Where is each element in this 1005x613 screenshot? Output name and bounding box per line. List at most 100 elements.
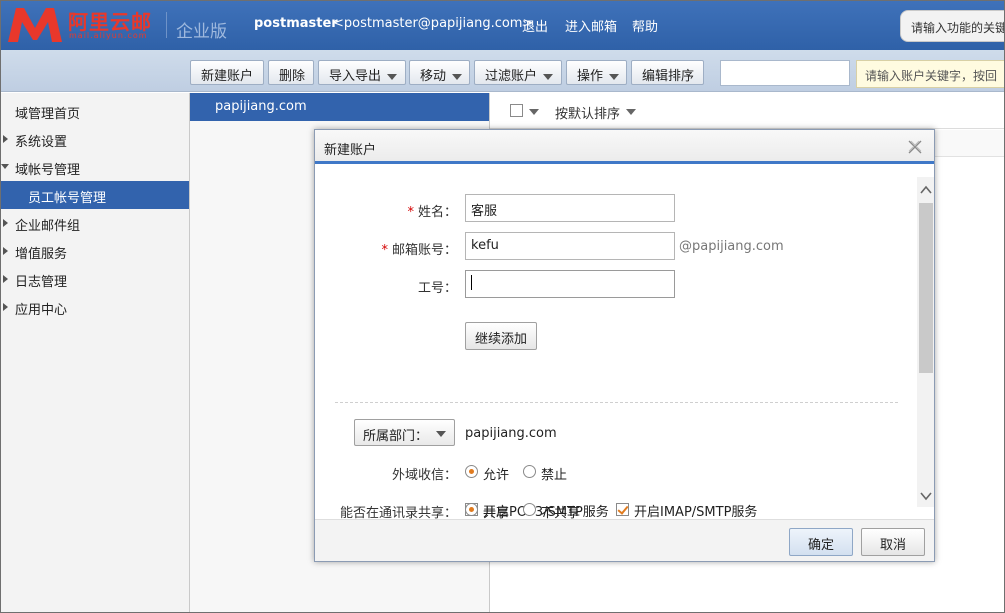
sidebar-item-label: 增值服务 — [15, 247, 68, 262]
logo-separator — [166, 12, 167, 38]
chevron-down-icon — [387, 73, 398, 80]
sidebar-item-label: 日志管理 — [15, 275, 68, 290]
cancel-button[interactable]: 取消 — [861, 528, 925, 556]
required-marker: * — [381, 243, 388, 258]
sidebar-item-employee-accounts[interactable]: 员工帐号管理 — [0, 181, 189, 209]
chevron-down-icon[interactable] — [626, 109, 636, 115]
dialog-titlebar: 新建账户 — [315, 130, 934, 164]
sidebar-item-label: 域帐号管理 — [15, 163, 81, 178]
account-search-input[interactable] — [720, 60, 850, 86]
edit-sort-label: 编辑排序 — [642, 69, 695, 84]
filter-accounts-button[interactable]: 过滤账户 — [474, 60, 562, 85]
sidebar-item-label: 域管理首页 — [15, 107, 81, 122]
sidebar-item-domain-home[interactable]: 域管理首页 — [0, 97, 189, 125]
name-label: * 姓名： — [375, 201, 457, 220]
sort-dropdown[interactable]: 按默认排序 — [555, 103, 620, 122]
chevron-right-icon — [3, 135, 8, 143]
email-label-text: 邮箱账号： — [391, 243, 457, 258]
external-allow-label[interactable]: 允许 — [483, 464, 509, 483]
chevron-down-icon[interactable] — [919, 489, 933, 503]
chevron-right-icon — [3, 303, 8, 311]
aliyun-mail-logo[interactable]: 阿里云邮 mail.aliyun.com — [6, 4, 156, 44]
sidebar-item-domain-accounts[interactable]: 域帐号管理 — [0, 153, 189, 181]
move-label: 移动 — [420, 69, 447, 84]
chevron-down-icon — [1, 164, 9, 169]
text-cursor — [471, 275, 472, 290]
sidebar-item-logs[interactable]: 日志管理 — [0, 265, 189, 293]
move-button[interactable]: 移动 — [409, 60, 470, 85]
department-value: papijiang.com — [465, 426, 557, 441]
chevron-right-icon — [3, 219, 8, 227]
chevron-down-icon — [436, 431, 446, 437]
sidebar-item-system-settings[interactable]: 系统设置 — [0, 125, 189, 153]
filter-accounts-label: 过滤账户 — [485, 69, 538, 84]
chevron-down-icon — [543, 73, 554, 80]
external-mail-label: 外域收信： — [391, 468, 457, 483]
sidebar-item-app-center[interactable]: 应用中心 — [0, 293, 189, 321]
share-yes-radio[interactable] — [465, 503, 478, 516]
import-export-label: 导入导出 — [329, 69, 382, 84]
logo-m-icon — [8, 8, 62, 42]
sidebar-item-mail-groups[interactable]: 企业邮件组 — [0, 209, 189, 237]
chevron-down-icon — [452, 73, 463, 80]
imap-smtp-checkbox[interactable] — [616, 503, 629, 516]
external-deny-label[interactable]: 禁止 — [541, 464, 567, 483]
confirm-button[interactable]: 确定 — [789, 528, 853, 556]
name-field[interactable]: 客服 — [465, 194, 675, 222]
chevron-right-icon — [3, 275, 8, 283]
import-export-button[interactable]: 导入导出 — [318, 60, 406, 85]
user-name: postmaster — [254, 16, 338, 31]
scrollbar-thumb[interactable] — [919, 203, 933, 373]
enter-mailbox-link[interactable]: 进入邮箱 — [565, 16, 617, 35]
account-list-header: 按默认排序 — [490, 93, 1005, 129]
account-search-hint: 请输入账户关键字，按回 — [856, 60, 1005, 88]
share-no-radio[interactable] — [523, 503, 536, 516]
logout-link[interactable]: 退出 — [522, 16, 548, 35]
delete-button[interactable]: 删除 — [268, 60, 314, 85]
sidebar-item-label: 企业邮件组 — [15, 219, 81, 234]
external-deny-radio[interactable] — [523, 465, 536, 478]
feature-search-input[interactable]: 请输入功能的关键字 — [900, 10, 1005, 42]
chevron-right-icon — [3, 247, 8, 255]
operations-label: 操作 — [577, 69, 604, 84]
imap-smtp-label[interactable]: 开启IMAP/SMTP服务 — [634, 501, 757, 519]
help-link[interactable]: 帮助 — [632, 16, 658, 35]
section-divider — [335, 402, 898, 403]
edition-label: 企业版 — [176, 22, 227, 42]
operations-button[interactable]: 操作 — [566, 60, 627, 85]
toolbar: 新建账户 删除 导入导出 移动 过滤账户 操作 编辑排序 — [0, 50, 1005, 92]
employee-number-label: 工号： — [417, 281, 457, 296]
sidebar-item-value-added[interactable]: 增值服务 — [0, 237, 189, 265]
sidebar: 域管理首页 系统设置 域帐号管理 员工帐号管理 企业邮件组 增值服务 日志管理 … — [0, 93, 190, 613]
required-marker: * — [407, 205, 414, 220]
dialog-footer: 确定 取消 — [315, 519, 934, 561]
sidebar-item-label: 应用中心 — [15, 303, 68, 318]
new-account-button[interactable]: 新建账户 — [190, 60, 264, 85]
chevron-up-icon[interactable] — [919, 183, 933, 197]
new-account-dialog: 新建账户 * 姓名： 客服 * 邮箱账号： kefu @papijiang.com … — [314, 129, 935, 562]
dialog-body: * 姓名： 客服 * 邮箱账号： kefu @papijiang.com 工号： 继… — [315, 167, 934, 519]
new-account-label: 新建账户 — [201, 69, 254, 84]
chevron-down-icon — [609, 73, 620, 80]
name-label-text: 姓名： — [417, 205, 457, 220]
department-item-selected[interactable]: papijiang.com — [190, 93, 489, 121]
chevron-down-icon[interactable] — [529, 109, 539, 115]
department-select-label: 所属部门： — [363, 429, 429, 444]
user-email: <postmaster@papijiang.com> — [333, 16, 534, 31]
close-icon[interactable] — [907, 139, 923, 155]
employee-number-field[interactable] — [465, 270, 675, 298]
email-account-field[interactable]: kefu — [465, 232, 675, 260]
sidebar-item-label: 系统设置 — [15, 135, 68, 150]
department-select[interactable]: 所属部门： — [354, 419, 455, 446]
top-header: 阿里云邮 mail.aliyun.com 企业版 postmaster <pos… — [0, 0, 1005, 50]
email-label: * 邮箱账号： — [355, 239, 457, 258]
continue-add-button[interactable]: 继续添加 — [465, 322, 537, 350]
select-all-checkbox[interactable] — [510, 104, 523, 117]
external-allow-radio[interactable] — [465, 465, 478, 478]
edit-sort-button[interactable]: 编辑排序 — [631, 60, 704, 85]
delete-label: 删除 — [279, 69, 306, 84]
dialog-title: 新建账户 — [324, 143, 377, 158]
email-domain-suffix: @papijiang.com — [679, 239, 784, 254]
logo-text-en: mail.aliyun.com — [69, 31, 148, 40]
sidebar-item-label: 员工帐号管理 — [28, 191, 107, 206]
